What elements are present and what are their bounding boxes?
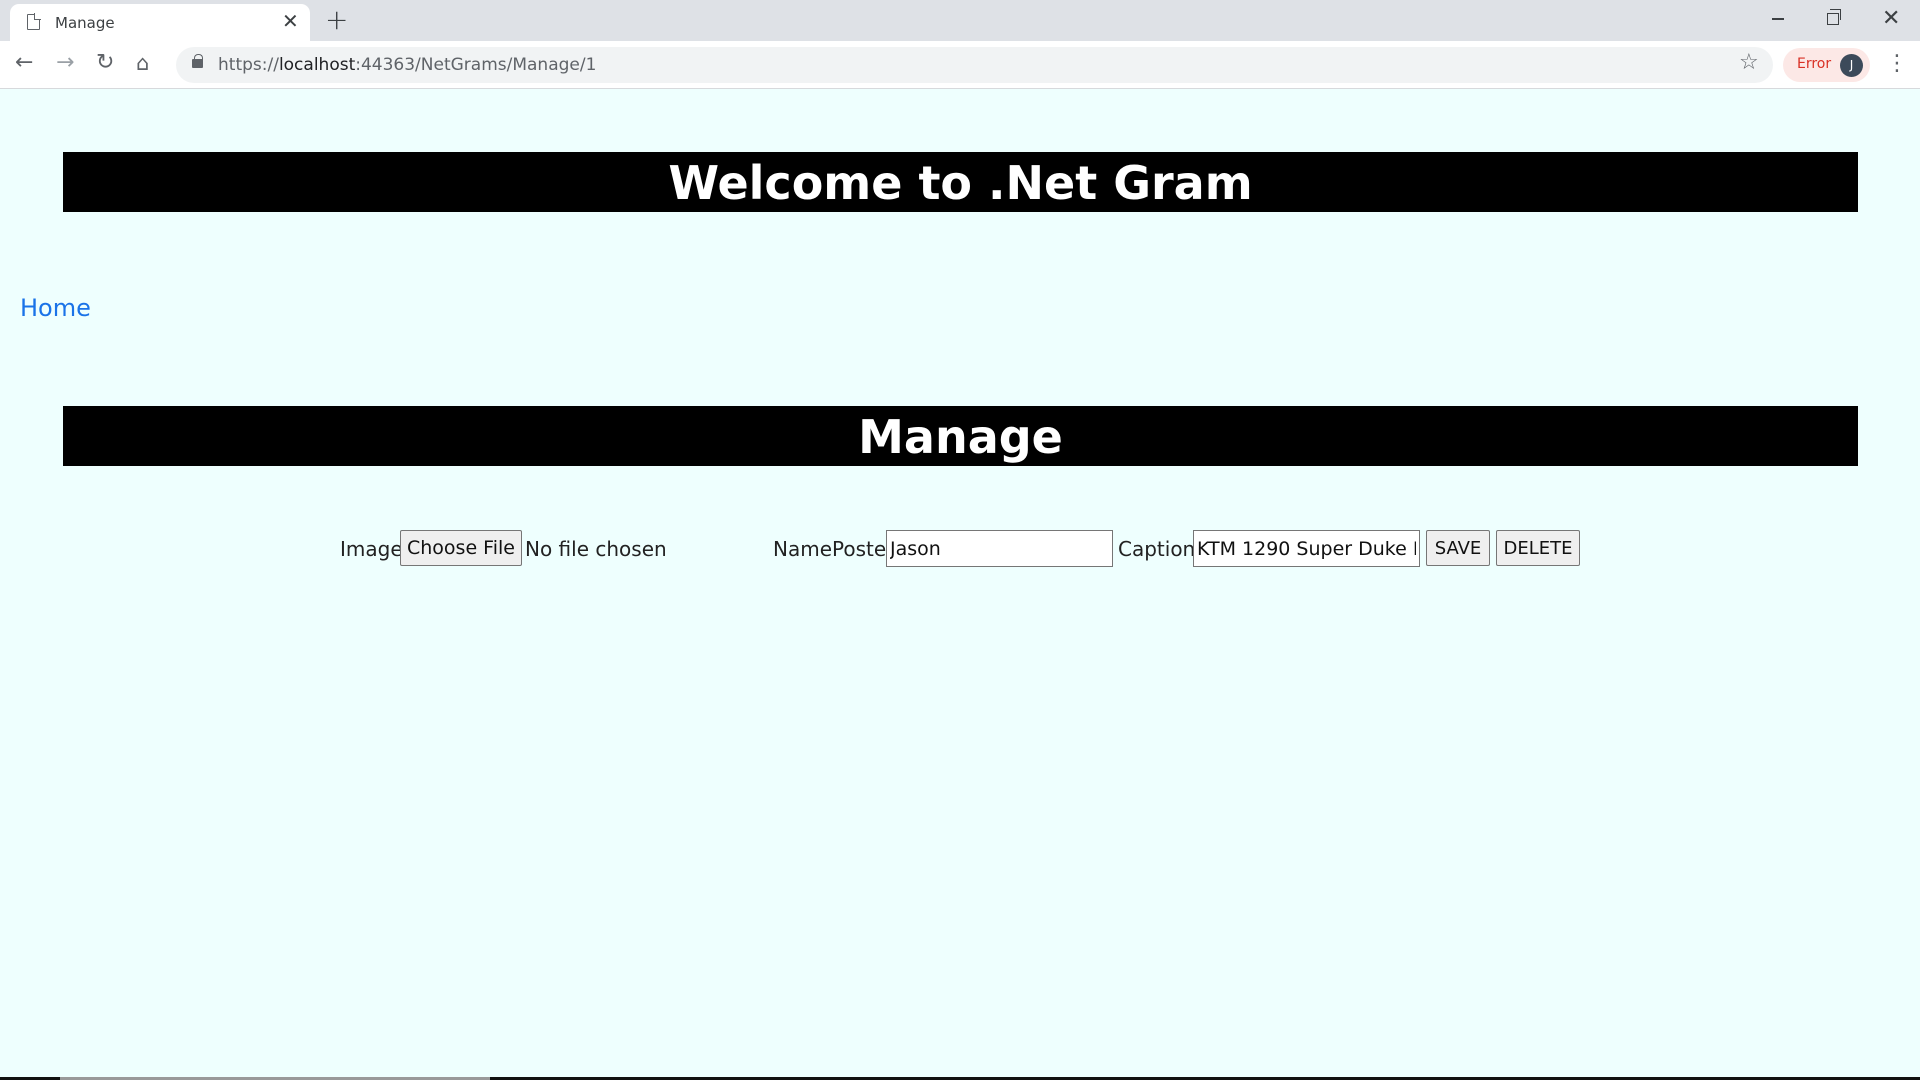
image-label: Image — [340, 537, 403, 561]
home-link[interactable]: Home — [20, 294, 91, 322]
tab-strip: Manage ✕ + ✕ — [0, 0, 1920, 41]
tab-title: Manage — [55, 14, 115, 32]
forward-arrow-icon[interactable]: → — [56, 49, 74, 77]
caption-input[interactable] — [1193, 530, 1420, 567]
page-body: Welcome to .Net Gram Home Manage Image C… — [0, 89, 1920, 1080]
manage-form: Image Choose File No file chosen NamePos… — [0, 528, 1920, 568]
error-label: Error — [1797, 56, 1832, 72]
page-icon — [27, 13, 41, 30]
welcome-heading: Welcome to .Net Gram — [63, 152, 1858, 212]
browser-tab-active[interactable]: Manage ✕ — [10, 4, 310, 41]
name-poster-label: NamePoster — [773, 537, 895, 561]
name-poster-input[interactable] — [886, 530, 1113, 567]
address-bar[interactable]: https://localhost:44363/NetGrams/Manage/… — [176, 47, 1773, 83]
restore-window-button[interactable] — [1827, 9, 1841, 25]
close-tab-icon[interactable]: ✕ — [282, 11, 299, 31]
profile-error-button[interactable]: Error J — [1783, 48, 1870, 82]
caption-label: Caption — [1118, 537, 1196, 561]
new-tab-button[interactable]: + — [325, 6, 348, 34]
url-path: :44363/NetGrams/Manage/1 — [355, 55, 597, 75]
url-host: localhost — [278, 55, 356, 75]
save-button[interactable]: SAVE — [1426, 530, 1490, 566]
delete-button[interactable]: DELETE — [1496, 530, 1580, 566]
browser-toolbar: ← → ↻ ⌂ https://localhost:44363/NetGrams… — [0, 41, 1920, 89]
file-status-text: No file chosen — [525, 537, 667, 561]
lock-icon[interactable] — [192, 54, 203, 68]
avatar: J — [1840, 54, 1863, 77]
reload-icon[interactable]: ↻ — [96, 49, 114, 77]
close-window-button[interactable]: ✕ — [1882, 5, 1900, 33]
browser-menu-icon[interactable]: ⋮ — [1886, 50, 1908, 78]
minimize-window-button[interactable] — [1772, 18, 1784, 20]
url-text[interactable]: https://localhost:44363/NetGrams/Manage/… — [218, 55, 596, 75]
manage-heading: Manage — [63, 406, 1858, 466]
bookmark-star-icon[interactable]: ☆ — [1739, 50, 1759, 75]
back-arrow-icon[interactable]: ← — [15, 49, 33, 77]
choose-file-button[interactable]: Choose File — [400, 530, 522, 566]
url-scheme: https:// — [218, 55, 279, 75]
home-icon[interactable]: ⌂ — [136, 49, 149, 77]
